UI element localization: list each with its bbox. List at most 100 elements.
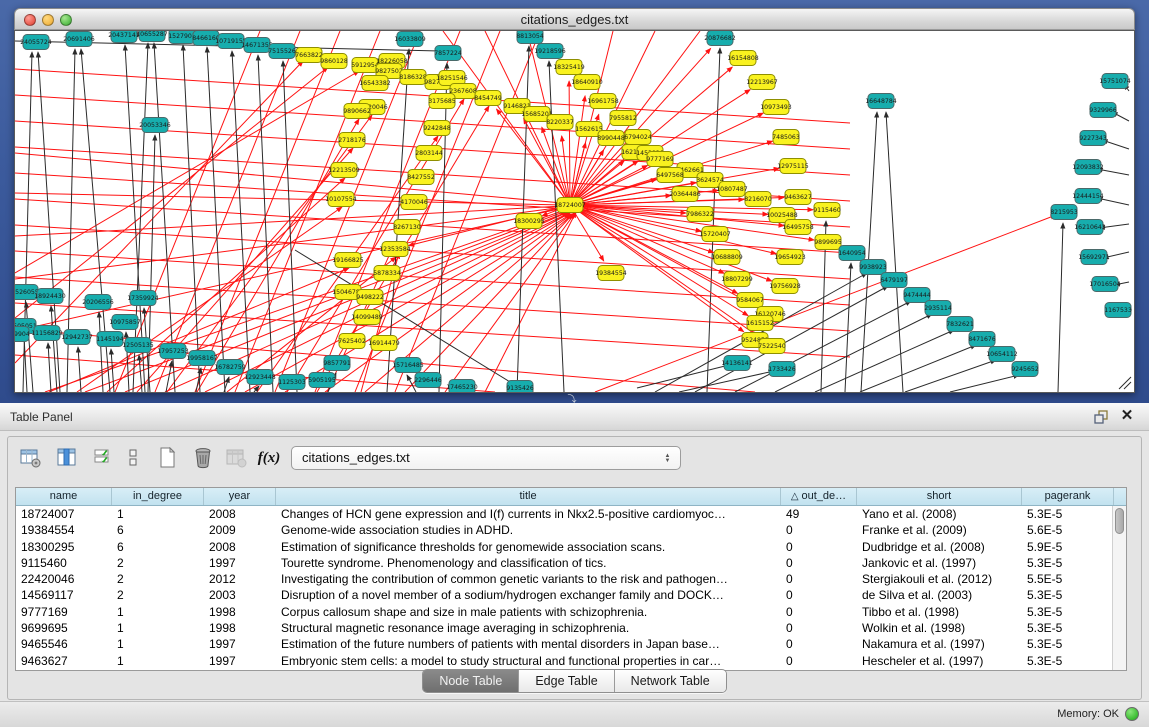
table-cell[interactable]: 2009 [204,522,276,538]
float-panel-icon[interactable] [1093,409,1109,425]
table-cell[interactable]: 0 [781,539,857,555]
close-panel-icon[interactable]: ✕ [1119,407,1135,425]
table-cell[interactable]: Disruption of a novel member of a sodium… [276,587,781,603]
table-cell[interactable]: 0 [781,555,857,571]
table-cell[interactable]: 5.6E-5 [1022,522,1114,538]
table-cell[interactable]: 18724007 [16,506,112,522]
table-cell[interactable]: 0 [781,587,857,603]
table-cell[interactable]: 2 [112,571,204,587]
table-cell[interactable]: 1 [112,506,204,522]
table-cell[interactable]: Changes of HCN gene expression and I(f) … [276,506,781,522]
network-view[interactable]: 1872400776638229860128591295418226058982… [14,30,1135,393]
column-header-year[interactable]: year [204,488,276,505]
table-cell[interactable]: 1998 [204,604,276,620]
table-row[interactable]: 969969511998Structural magnetic resonanc… [16,620,1112,636]
table-cell[interactable]: 2008 [204,539,276,555]
table-cell[interactable]: Hescheler et al. (1997) [857,653,1022,669]
table-cell[interactable]: 5.3E-5 [1022,653,1114,669]
table-cell[interactable]: 0 [781,522,857,538]
table-cell[interactable]: 1997 [204,555,276,571]
table-cell[interactable]: 5.3E-5 [1022,587,1114,603]
table-panel-titlebar[interactable]: Table Panel ✕ [0,403,1149,431]
table-cell[interactable]: 0 [781,653,857,669]
table-cell[interactable]: 5.3E-5 [1022,620,1114,636]
table-row[interactable]: 2242004622012Investigating the contribut… [16,571,1112,587]
table-row[interactable]: 1456911722003Disruption of a novel membe… [16,587,1112,603]
table-cell[interactable]: Corpus callosum shape and size in male p… [276,604,781,620]
table-cell[interactable]: Stergiakouli et al. (2012) [857,571,1022,587]
table-cell[interactable]: 5.9E-5 [1022,539,1114,555]
table-cell[interactable]: Dudbridge et al. (2008) [857,539,1022,555]
vertical-scrollbar[interactable] [1112,506,1126,670]
table-mode-icon[interactable] [18,445,44,471]
table-cell[interactable]: 1 [112,604,204,620]
network-window[interactable]: citations_edges.txt 18724007766382298601… [14,8,1135,393]
table-cell[interactable]: Nakamura et al. (1997) [857,636,1022,652]
table-row[interactable]: 946362711997Embryonic stem cells: a mode… [16,653,1112,669]
table-selector-dropdown[interactable]: citations_edges.txt ▲▼ [291,446,681,470]
table-cell[interactable]: 2 [112,587,204,603]
table-cell[interactable]: 9463627 [16,653,112,669]
table-cell[interactable]: 0 [781,636,857,652]
table-cell[interactable]: 9115460 [16,555,112,571]
table-cell[interactable]: Embryonic stem cells: a model to study s… [276,653,781,669]
tab-node-table[interactable]: Node Table [423,670,519,692]
table-cell[interactable]: 1998 [204,620,276,636]
table-row[interactable]: 1938455462009Genome-wide association stu… [16,522,1112,538]
table-cell[interactable]: 0 [781,620,857,636]
table-cell[interactable]: 1 [112,653,204,669]
splitter-handle[interactable]: ⤵ [566,396,578,403]
table-cell[interactable]: 0 [781,571,857,587]
table-cell[interactable]: 2008 [204,506,276,522]
select-checklist-icon[interactable] [90,445,116,471]
table-cell[interactable]: Investigating the contribution of common… [276,571,781,587]
table-cell[interactable]: 1997 [204,636,276,652]
table-cell[interactable]: 5.3E-5 [1022,555,1114,571]
function-builder-icon[interactable]: f(x) [256,445,282,471]
table-cell[interactable]: 9699695 [16,620,112,636]
column-header-pagerank[interactable]: pagerank [1022,488,1114,505]
table-cell[interactable]: 5.3E-5 [1022,604,1114,620]
table-cell[interactable]: 6 [112,539,204,555]
table-cell[interactable]: Franke et al. (2009) [857,522,1022,538]
table-row[interactable]: 1830029562008Estimation of significance … [16,539,1112,555]
tab-network-table[interactable]: Network Table [615,670,726,692]
table-cell[interactable]: 22420046 [16,571,112,587]
network-canvas[interactable]: 1872400776638229860128591295418226058982… [15,31,1134,392]
table-cell[interactable]: 6 [112,522,204,538]
scrollbar-thumb[interactable] [1115,508,1124,534]
rows-icon[interactable] [120,445,146,471]
table-cell[interactable]: 5.5E-5 [1022,571,1114,587]
table-cell[interactable]: 9465546 [16,636,112,652]
table-cell[interactable]: Genome-wide association studies in ADHD. [276,522,781,538]
table-cell[interactable]: 1997 [204,653,276,669]
table-cell[interactable]: 9777169 [16,604,112,620]
table-cell[interactable]: 2003 [204,587,276,603]
table-cell[interactable]: 19384554 [16,522,112,538]
table-cell[interactable]: Tibbo et al. (1998) [857,604,1022,620]
table-cell[interactable]: Estimation of the future numbers of pati… [276,636,781,652]
show-columns-icon[interactable] [54,445,80,471]
table-cell[interactable]: 49 [781,506,857,522]
table-cell[interactable]: Tourette syndrome. Phenomenology and cla… [276,555,781,571]
column-header-name[interactable]: name [16,488,112,505]
table-cell[interactable]: 2 [112,555,204,571]
table-cell[interactable]: Jankovic et al. (1997) [857,555,1022,571]
table-cell[interactable]: 14569117 [16,587,112,603]
column-header-out_de[interactable]: △out_de… [781,488,857,505]
table-row[interactable]: 911546021997Tourette syndrome. Phenomeno… [16,555,1112,571]
table-cell[interactable]: Structural magnetic resonance image aver… [276,620,781,636]
table-cell[interactable]: 18300295 [16,539,112,555]
column-header-in_degree[interactable]: in_degree [112,488,204,505]
table-cell[interactable]: 5.3E-5 [1022,506,1114,522]
table-cell[interactable]: 5.3E-5 [1022,636,1114,652]
table-row[interactable]: 977716911998Corpus callosum shape and si… [16,604,1112,620]
table-cell[interactable]: 1 [112,636,204,652]
table-cell[interactable]: Wolkin et al. (1998) [857,620,1022,636]
table-cell[interactable]: 1 [112,620,204,636]
table-row[interactable]: 946554611997Estimation of the future num… [16,636,1112,652]
table-row[interactable]: 1872400712008Changes of HCN gene express… [16,506,1112,522]
table-cell[interactable]: 0 [781,604,857,620]
new-column-icon[interactable] [154,445,180,471]
memory-status-icon[interactable] [1125,707,1139,721]
